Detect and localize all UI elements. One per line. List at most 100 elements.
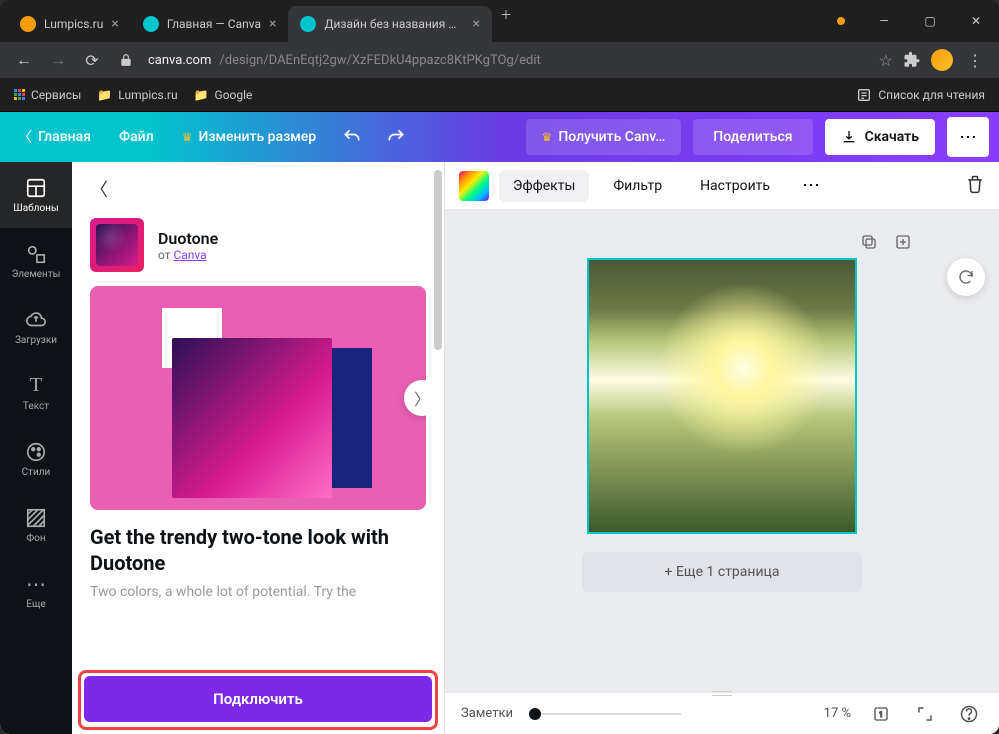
bookmark-apps[interactable]: Сервисы: [14, 88, 81, 102]
panel-description: Two colors, a whole lot of potential. Tr…: [90, 584, 426, 600]
canvas-viewport[interactable]: + Еще 1 страница: [445, 210, 999, 692]
redo-button[interactable]: [380, 121, 412, 153]
panel-back-button[interactable]: 〈: [90, 176, 108, 202]
notes-button[interactable]: Заметки: [461, 706, 513, 721]
bookmark-star-icon[interactable]: ☆: [879, 51, 893, 70]
app-author: от Canva: [158, 248, 218, 262]
close-icon[interactable]: ×: [472, 16, 479, 32]
rail-label: Стили: [22, 467, 51, 478]
svg-text:1: 1: [879, 710, 883, 719]
help-icon[interactable]: [955, 700, 983, 728]
text-icon: T: [25, 375, 47, 397]
side-panel: 〈 Duotone от Canva 〉: [72, 162, 444, 734]
templates-icon: [25, 177, 47, 199]
extensions-icon[interactable]: [903, 51, 921, 69]
tab-title: Главная — Canva: [167, 17, 261, 31]
elements-icon: [25, 243, 47, 265]
color-swatch-button[interactable]: [459, 171, 489, 201]
close-window-button[interactable]: ✕: [953, 0, 999, 42]
address-field[interactable]: canva.com/design/DAEnEqtj2gw/XzFEDkU4ppa…: [148, 53, 869, 68]
crown-icon: ♛: [542, 130, 553, 144]
filter-tab[interactable]: Фильтр: [599, 170, 676, 202]
rail-background[interactable]: Фон: [0, 492, 72, 558]
gallery-next-button[interactable]: 〉: [404, 380, 426, 416]
crown-icon: ♛: [182, 130, 193, 144]
browser-tab[interactable]: Главная — Canva ×: [131, 6, 289, 42]
slider-track[interactable]: [541, 713, 681, 715]
app-name: Duotone: [158, 229, 218, 248]
adjust-tab[interactable]: Настроить: [686, 170, 784, 202]
bookmarks-bar: Сервисы 📁 Lumpics.ru 📁 Google Список для…: [0, 78, 999, 112]
share-button[interactable]: Поделиться: [693, 119, 812, 155]
rail-label: Загрузки: [15, 335, 57, 346]
rail-uploads[interactable]: Загрузки: [0, 294, 72, 360]
duplicate-page-icon[interactable]: [857, 230, 881, 254]
folder-icon: 📁: [194, 88, 209, 102]
bookmark-folder[interactable]: 📁 Lumpics.ru: [97, 88, 177, 102]
back-button[interactable]: ←: [12, 48, 36, 72]
get-pro-button[interactable]: ♛ Получить Canv…: [526, 119, 682, 155]
canvas-area: Эффекты Фильтр Настроить ⋯: [444, 162, 999, 734]
browser-tab-active[interactable]: Дизайн без названия — 1481 ×: [288, 6, 491, 42]
slider-thumb[interactable]: [529, 708, 541, 720]
connect-button[interactable]: Подключить: [84, 676, 432, 722]
rail-templates[interactable]: Шаблоны: [0, 162, 72, 228]
grid-view-icon[interactable]: 1: [867, 700, 895, 728]
close-icon[interactable]: ×: [111, 16, 118, 32]
forward-button[interactable]: →: [46, 48, 70, 72]
rail-label: Еще: [26, 599, 45, 610]
bookmark-folder[interactable]: 📁 Google: [194, 88, 253, 102]
background-icon: [25, 507, 47, 529]
lock-icon[interactable]: [114, 48, 138, 72]
fullscreen-icon[interactable]: [911, 700, 939, 728]
context-toolbar: Эффекты Фильтр Настроить ⋯: [445, 162, 999, 210]
close-icon[interactable]: ×: [269, 16, 276, 32]
download-button[interactable]: Скачать: [825, 119, 935, 155]
effects-tab[interactable]: Эффекты: [499, 170, 589, 202]
context-more-button[interactable]: ⋯: [794, 175, 828, 196]
rail-label: Фон: [26, 533, 45, 544]
bookmark-label: Сервисы: [31, 88, 81, 102]
reading-list-button[interactable]: Список для чтения: [856, 87, 985, 103]
resize-menu[interactable]: ♛ Изменить размер: [174, 123, 324, 151]
author-link[interactable]: Canva: [173, 248, 206, 262]
site-icon: [143, 16, 159, 32]
design-page[interactable]: [587, 258, 857, 534]
app-thumbnail: [90, 218, 144, 272]
rail-text[interactable]: T Текст: [0, 360, 72, 426]
minimize-button[interactable]: ―: [861, 0, 907, 42]
tab-title: Lumpics.ru: [44, 17, 103, 31]
toolbar-label: Изменить размер: [198, 129, 316, 145]
panel-scrollbar[interactable]: [434, 170, 442, 674]
more-menu-button[interactable]: ⋯: [947, 117, 989, 157]
update-indicator-icon: [837, 17, 845, 25]
profile-avatar-icon[interactable]: [931, 49, 953, 71]
home-button[interactable]: 〈 Главная: [10, 121, 99, 153]
browser-tab[interactable]: Lumpics.ru ×: [8, 6, 131, 42]
undo-button[interactable]: [336, 121, 368, 153]
delete-button[interactable]: [965, 174, 985, 198]
panel-title: Get the trendy two-tone look with Duoton…: [90, 524, 426, 576]
recrop-button[interactable]: [947, 258, 985, 296]
site-icon: [300, 16, 316, 32]
app-gallery: 〉: [90, 286, 426, 510]
zoom-level[interactable]: 17 %: [824, 706, 851, 721]
reload-button[interactable]: ⟳: [80, 48, 104, 72]
uploads-icon: [25, 309, 47, 331]
rail-styles[interactable]: Стили: [0, 426, 72, 492]
bookmark-label: Список для чтения: [878, 88, 985, 102]
maximize-button[interactable]: ▢: [907, 0, 953, 42]
add-page-button[interactable]: + Еще 1 страница: [582, 552, 862, 592]
rail-more[interactable]: ⋯ Еще: [0, 558, 72, 624]
toolbar-label: Получить Canv…: [558, 129, 665, 145]
toolbar-label: Скачать: [865, 129, 919, 145]
file-menu[interactable]: Файл: [111, 123, 162, 151]
apps-grid-icon: [14, 89, 25, 100]
add-page-icon[interactable]: [891, 230, 915, 254]
footer-drag-handle[interactable]: [702, 687, 742, 699]
url-host: canva.com: [148, 53, 211, 68]
rail-elements[interactable]: Элементы: [0, 228, 72, 294]
new-tab-button[interactable]: ＋: [492, 0, 520, 28]
folder-icon: 📁: [97, 88, 112, 102]
browser-menu-button[interactable]: ⋮: [963, 48, 987, 72]
